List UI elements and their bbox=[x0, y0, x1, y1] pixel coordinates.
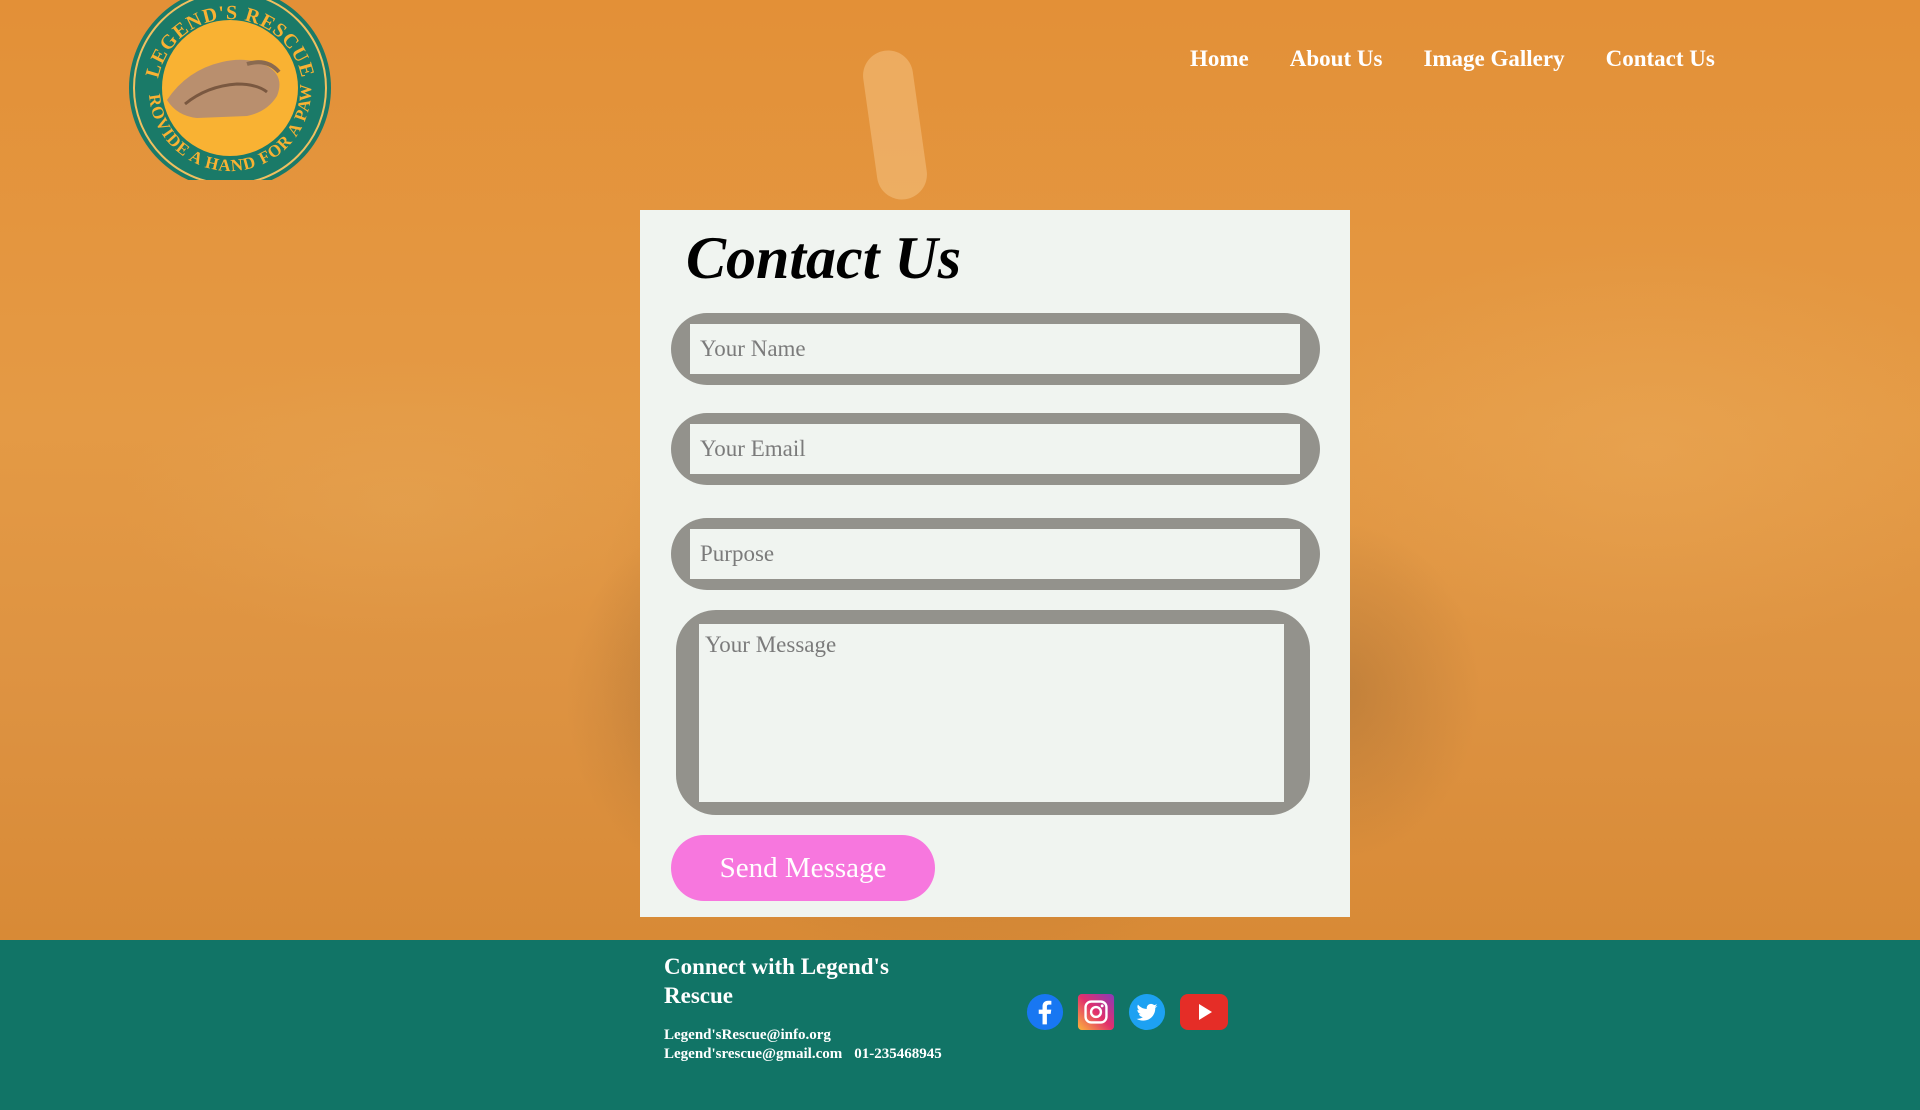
nav-about-us[interactable]: About Us bbox=[1290, 46, 1383, 72]
contact-form-card: Contact Us Send Message bbox=[640, 210, 1350, 917]
purpose-field-frame bbox=[671, 518, 1320, 590]
purpose-input[interactable] bbox=[690, 529, 1300, 579]
name-field-frame bbox=[671, 313, 1320, 385]
nav-image-gallery[interactable]: Image Gallery bbox=[1423, 46, 1564, 72]
footer-email-2: Legend'srescue@gmail.com bbox=[664, 1046, 843, 1062]
background-dog-tail bbox=[859, 47, 931, 203]
message-field-frame bbox=[676, 610, 1310, 815]
nav-home[interactable]: Home bbox=[1190, 46, 1249, 72]
social-links bbox=[1026, 993, 1229, 1031]
main-nav: Home About Us Image Gallery Contact Us bbox=[1190, 46, 1715, 72]
email-field-frame bbox=[671, 413, 1320, 485]
site-footer: Connect with Legend's Rescue Legend'sRes… bbox=[0, 940, 1920, 1110]
facebook-icon[interactable] bbox=[1026, 993, 1064, 1031]
footer-email-1: Legend'sRescue@info.org bbox=[664, 1027, 831, 1043]
youtube-icon[interactable] bbox=[1179, 993, 1229, 1031]
nav-contact-us[interactable]: Contact Us bbox=[1606, 46, 1715, 72]
footer-email-2-row: Legend'srescue@gmail.com 01-235468945 bbox=[664, 1045, 942, 1064]
instagram-icon[interactable] bbox=[1077, 993, 1115, 1031]
contact-title: Contact Us bbox=[686, 225, 962, 291]
footer-phone: 01-235468945 bbox=[854, 1046, 942, 1062]
logo-emblem: LEGEND'S RESCUE PROVIDE A HAND FOR A PAW bbox=[121, 0, 331, 189]
twitter-icon[interactable] bbox=[1128, 993, 1166, 1031]
name-input[interactable] bbox=[690, 324, 1300, 374]
email-input[interactable] bbox=[690, 424, 1300, 474]
send-message-button[interactable]: Send Message bbox=[671, 835, 935, 901]
message-textarea[interactable] bbox=[699, 624, 1284, 802]
footer-contact-info: Legend'sRescue@info.org Legend'srescue@g… bbox=[664, 1026, 942, 1064]
site-logo[interactable]: LEGEND'S RESCUE PROVIDE A HAND FOR A PAW bbox=[121, 0, 333, 189]
footer-connect-title: Connect with Legend's Rescue bbox=[664, 954, 889, 1008]
